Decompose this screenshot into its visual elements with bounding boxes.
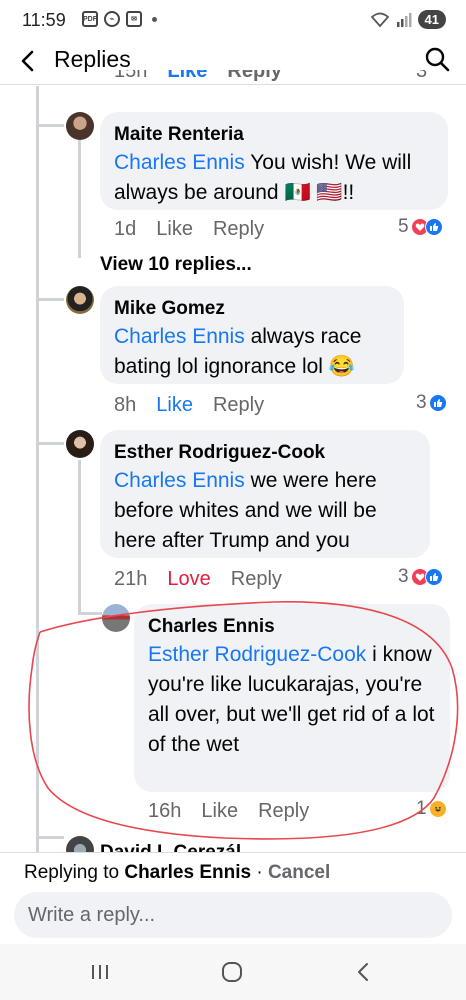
avatar[interactable] <box>66 286 94 314</box>
comment-actions: 8h Like Reply <box>114 394 284 417</box>
mention-link[interactable]: Charles Ennis <box>114 151 245 174</box>
avatar[interactable] <box>66 430 94 458</box>
page-title: Replies <box>54 46 131 72</box>
avatar[interactable] <box>66 112 94 140</box>
comment-actions: 21h Love Reply <box>114 568 302 591</box>
thread-branch <box>36 442 64 445</box>
annotation-circle <box>28 601 459 840</box>
mail-icon: ✉ <box>126 11 142 27</box>
cancel-reply-button[interactable]: Cancel <box>268 862 330 883</box>
back-nav-icon[interactable] <box>352 960 376 984</box>
reaction-summary[interactable]: 3 <box>398 566 443 588</box>
comment-text: Charles Ennis we were here before whites… <box>114 469 377 552</box>
comment-author[interactable]: Maite Renteria <box>114 122 434 148</box>
partial-comment-meta: 15h Like Reply 3 <box>0 70 466 86</box>
thread-line-nested <box>78 140 81 258</box>
comment-text: Charles Ennis always race bating lol ign… <box>114 325 362 378</box>
replying-to-name: Charles Ennis <box>124 862 252 883</box>
comment-bubble: Mike Gomez Charles Ennis always race bat… <box>100 286 404 384</box>
comment-time: 15h <box>114 70 148 82</box>
view-replies-link[interactable]: View 10 replies... <box>100 254 252 276</box>
partial-comment: David L Cerezál <box>100 840 400 852</box>
status-bar: 11:59 PDF ⌁ ✉ 41 <box>0 0 466 40</box>
comment-time: 8h <box>114 394 137 416</box>
reply-button[interactable]: Reply <box>213 394 264 417</box>
comment-time: 21h <box>114 568 148 590</box>
like-button[interactable]: Like <box>156 218 193 241</box>
comment-bubble: Maite Renteria Charles Ennis You wish! W… <box>100 112 448 210</box>
like-button[interactable]: Like <box>156 394 193 417</box>
system-nav-bar <box>0 944 466 1000</box>
status-right: 41 <box>370 10 446 29</box>
thread-branch <box>36 124 64 127</box>
signal-icon <box>396 12 412 27</box>
reply-input[interactable]: Write a reply... <box>14 892 452 938</box>
reaction-summary[interactable]: 3 <box>416 392 447 414</box>
like-reaction-icon <box>428 394 447 412</box>
like-reaction-icon <box>424 568 443 586</box>
reply-button[interactable]: Reply <box>231 568 282 591</box>
comment-author[interactable]: David L Cerezál <box>100 840 400 852</box>
like-button[interactable]: Like <box>167 70 207 83</box>
mention-link[interactable]: Charles Ennis <box>114 469 245 492</box>
messenger-icon: ⌁ <box>104 11 120 27</box>
reaction-count: 5 <box>398 216 409 237</box>
comment-author[interactable]: Mike Gomez <box>114 296 390 322</box>
reaction-count: 3 <box>398 566 409 587</box>
thread-line-nested <box>78 460 81 614</box>
replying-to-label: Replying to Charles Ennis · Cancel <box>24 862 331 883</box>
home-icon[interactable] <box>220 960 244 984</box>
reply-button[interactable]: Reply <box>227 70 281 83</box>
comment-author[interactable]: Esther Rodriguez-Cook <box>114 440 416 466</box>
battery-indicator: 41 <box>417 10 446 29</box>
like-reaction-icon <box>424 218 443 236</box>
reaction-count: 3 <box>416 392 427 413</box>
notification-icons: PDF ⌁ ✉ <box>82 11 157 27</box>
comment-actions: 1d Like Reply <box>114 218 284 241</box>
love-button[interactable]: Love <box>167 568 210 591</box>
pdf-icon: PDF <box>82 11 98 27</box>
wifi-icon <box>370 12 389 27</box>
recent-apps-icon[interactable] <box>88 962 112 982</box>
comment-bubble: Esther Rodriguez-Cook Charles Ennis we w… <box>100 430 430 558</box>
mention-link[interactable]: Charles Ennis <box>114 325 245 348</box>
comment-time: 1d <box>114 218 137 240</box>
comment-text: Charles Ennis You wish! We will always b… <box>114 151 412 204</box>
more-notifications-icon <box>152 16 157 22</box>
reply-button[interactable]: Reply <box>213 218 264 241</box>
reaction-summary[interactable]: 5 <box>398 216 443 238</box>
status-time: 11:59 <box>22 10 66 30</box>
reaction-count: 3 <box>416 70 428 82</box>
thread-branch <box>36 298 64 301</box>
